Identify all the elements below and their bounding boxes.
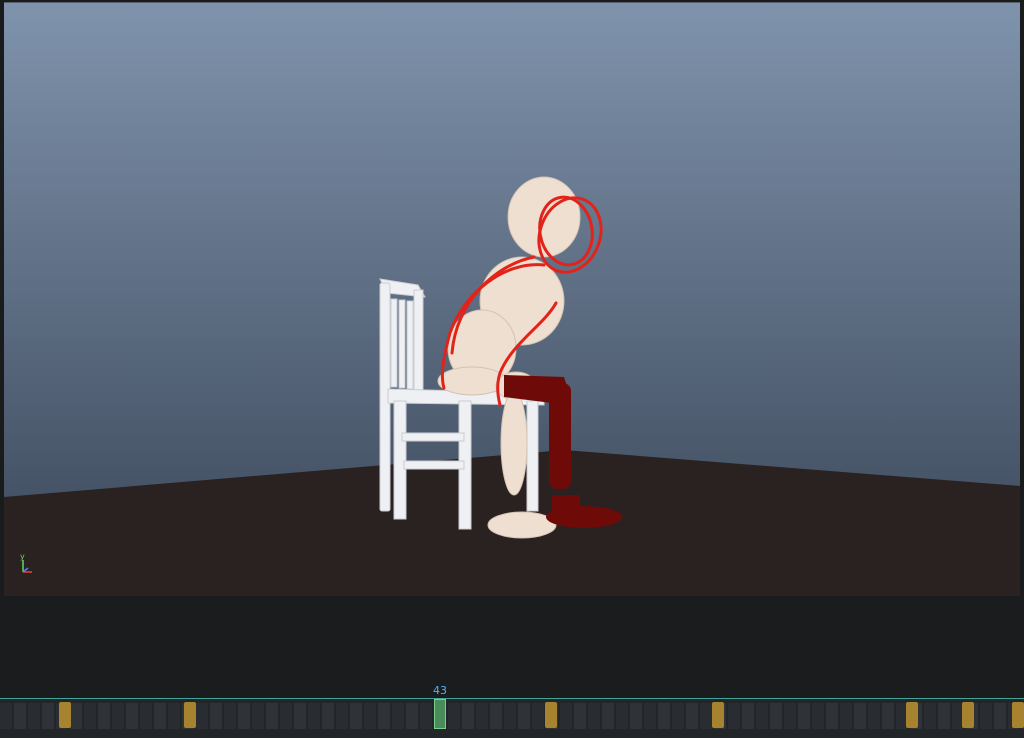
timeline-frame-ticks: [0, 703, 1024, 729]
keyframe-marker[interactable]: [184, 702, 196, 728]
frame-tick: [98, 703, 110, 729]
keyframe-marker[interactable]: [906, 702, 918, 728]
playhead[interactable]: [434, 699, 446, 729]
frame-tick: [980, 703, 992, 729]
frame-tick: [14, 703, 26, 729]
frame-tick: [392, 703, 404, 729]
axis-gizmo: y: [18, 552, 40, 578]
frame-tick: [728, 703, 740, 729]
frame-tick: [882, 703, 894, 729]
frame-tick: [476, 703, 488, 729]
frame-tick: [294, 703, 306, 729]
frame-tick: [504, 703, 516, 729]
frame-tick: [798, 703, 810, 729]
time-slider[interactable]: [0, 698, 1024, 738]
frame-tick: [308, 703, 320, 729]
frame-tick: [630, 703, 642, 729]
frame-tick: [28, 703, 40, 729]
frame-tick: [924, 703, 936, 729]
frame-tick: [84, 703, 96, 729]
frame-tick: [350, 703, 362, 729]
frame-tick: [490, 703, 502, 729]
frame-tick: [154, 703, 166, 729]
frame-tick: [644, 703, 656, 729]
frame-tick: [448, 703, 460, 729]
frame-tick: [756, 703, 768, 729]
scene: [4, 3, 1020, 597]
mannequin-shin-right[interactable]: [500, 390, 528, 496]
frame-tick: [0, 703, 12, 729]
frame-tick: [994, 703, 1006, 729]
frame-tick: [420, 703, 432, 729]
frame-tick: [266, 703, 278, 729]
frame-tick: [602, 703, 614, 729]
current-frame-label: 43: [433, 684, 447, 697]
frame-tick: [364, 703, 376, 729]
frame-tick: [126, 703, 138, 729]
mannequin-foot-right[interactable]: [487, 511, 557, 539]
frame-tick: [42, 703, 54, 729]
frame-tick: [938, 703, 950, 729]
frame-tick: [658, 703, 670, 729]
frame-tick: [826, 703, 838, 729]
frame-tick: [252, 703, 264, 729]
frame-tick: [574, 703, 586, 729]
frame-tick: [238, 703, 250, 729]
mannequin-pelvis[interactable]: [437, 366, 507, 396]
frame-tick: [854, 703, 866, 729]
frame-tick: [588, 703, 600, 729]
frame-tick: [280, 703, 292, 729]
frame-tick: [378, 703, 390, 729]
frame-tick: [462, 703, 474, 729]
frame-tick: [518, 703, 530, 729]
frame-tick: [406, 703, 418, 729]
frame-tick: [616, 703, 628, 729]
frame-tick: [140, 703, 152, 729]
frame-tick: [770, 703, 782, 729]
frame-tick: [742, 703, 754, 729]
frame-tick: [210, 703, 222, 729]
frame-tick: [322, 703, 334, 729]
keyframe-marker[interactable]: [712, 702, 724, 728]
keyframe-marker[interactable]: [962, 702, 974, 728]
frame-tick: [700, 703, 712, 729]
frame-tick: [336, 703, 348, 729]
keyframe-marker[interactable]: [1012, 702, 1024, 728]
frame-tick: [812, 703, 824, 729]
frame-tick: [560, 703, 572, 729]
keyframe-marker[interactable]: [545, 702, 557, 728]
frame-tick: [868, 703, 880, 729]
frame-tick: [840, 703, 852, 729]
frame-tick: [168, 703, 180, 729]
frame-tick: [70, 703, 82, 729]
frame-tick: [784, 703, 796, 729]
frame-tick: [686, 703, 698, 729]
frame-tick: [112, 703, 124, 729]
lower-panel: [0, 596, 1024, 699]
frame-tick: [672, 703, 684, 729]
frame-tick: [532, 703, 544, 729]
3d-viewport[interactable]: [4, 2, 1020, 597]
axis-gizmo-icon: [22, 560, 32, 573]
keyframe-marker[interactable]: [59, 702, 71, 728]
frame-tick: [224, 703, 236, 729]
frame-tick: [196, 703, 208, 729]
